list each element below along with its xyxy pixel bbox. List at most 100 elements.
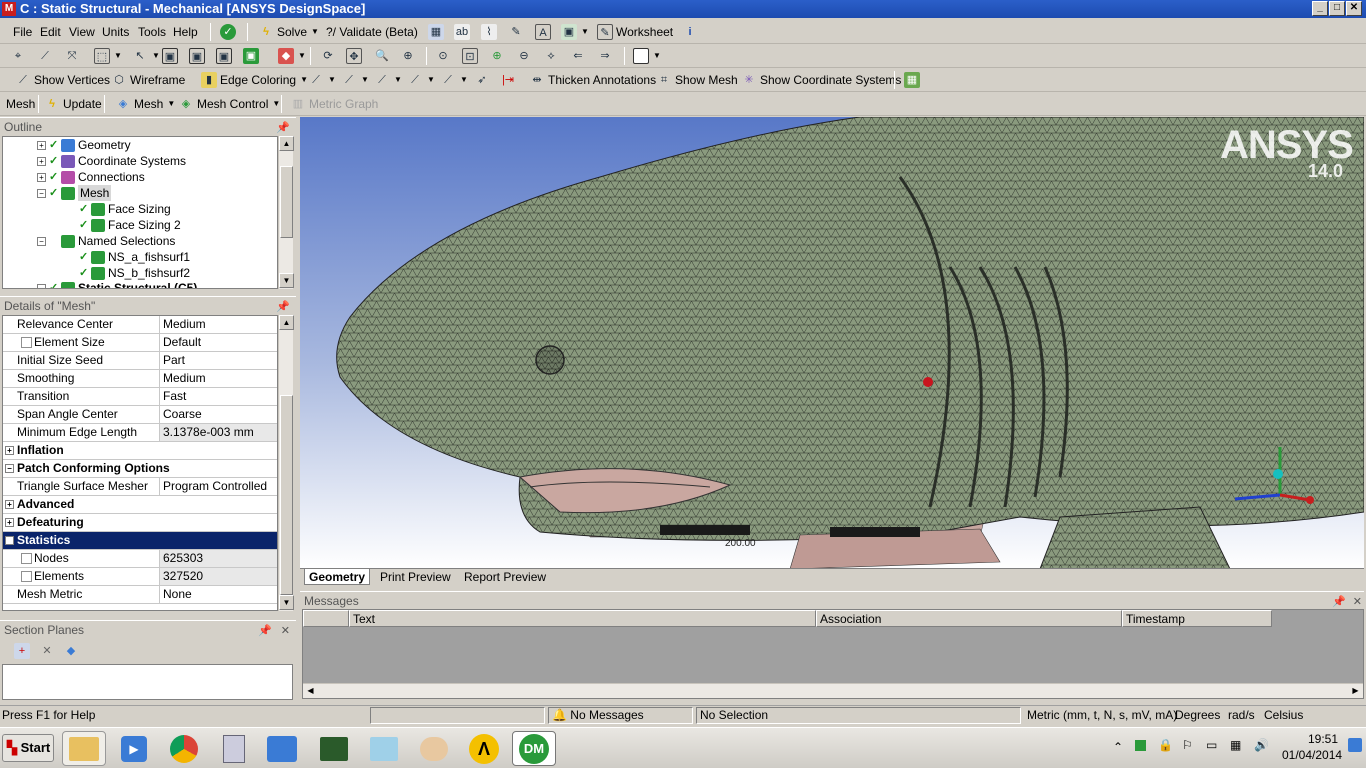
close-button[interactable]: ✕ bbox=[1346, 1, 1362, 16]
status-messages[interactable]: 🔔 No Messages bbox=[548, 707, 693, 724]
scroll-thumb[interactable] bbox=[280, 166, 293, 238]
menu-view[interactable]: View bbox=[69, 20, 95, 43]
pin-icon[interactable]: 📌 bbox=[276, 298, 290, 316]
column-header-association[interactable]: Association bbox=[816, 610, 1122, 627]
wireframe-button[interactable]: ⬡ Wireframe bbox=[111, 68, 185, 91]
show-desktop-icon[interactable] bbox=[1348, 738, 1362, 752]
detail-row[interactable]: Triangle Surface Mesher Program Controlle… bbox=[3, 478, 277, 496]
text-icon[interactable]: A bbox=[535, 20, 551, 43]
detail-group-patch-conforming[interactable]: − Patch Conforming Options bbox=[3, 460, 277, 478]
viewport-layout-icon[interactable]: ▼ bbox=[633, 44, 661, 67]
box-1-icon[interactable]: ▣ bbox=[162, 44, 178, 67]
tree-item-static-structural[interactable]: − ✓ Static Structural (C5) bbox=[37, 280, 197, 288]
scroll-down-icon[interactable]: ▼ bbox=[279, 273, 294, 288]
zoom-fit-icon[interactable]: ⊙ bbox=[435, 44, 451, 67]
scroll-down-icon[interactable]: ▼ bbox=[279, 595, 294, 610]
box-4-icon[interactable]: ▣ bbox=[243, 44, 259, 67]
messages-hscrollbar[interactable]: ◀ ▶ bbox=[303, 683, 1363, 698]
column-header-blank[interactable] bbox=[303, 610, 349, 627]
detail-row[interactable]: Span Angle Center Coarse bbox=[3, 406, 277, 424]
previous-view-icon[interactable]: ⇐ bbox=[570, 44, 586, 67]
start-button[interactable]: ▚ Start bbox=[2, 734, 54, 762]
paint-taskbar-icon[interactable] bbox=[412, 731, 456, 766]
delete-icon[interactable]: ✕ bbox=[39, 639, 55, 663]
tree-item-geometry[interactable]: + ✓ Geometry bbox=[37, 137, 131, 153]
magnifier-icon[interactable]: ⊕ bbox=[489, 44, 505, 67]
mesh-control-dropdown[interactable]: ◈ Mesh Control ▼ bbox=[178, 92, 281, 115]
box-3-icon[interactable]: ▣ bbox=[216, 44, 232, 67]
menu-units[interactable]: Units bbox=[102, 20, 129, 43]
scroll-right-icon[interactable]: ▶ bbox=[1348, 684, 1363, 698]
media-player-taskbar-icon[interactable]: ▶ bbox=[112, 731, 156, 766]
details-scrollbar[interactable]: ▲ ▼ bbox=[278, 315, 294, 611]
edge-style-2-icon[interactable]: ⟋ ▼ bbox=[341, 68, 369, 91]
tree-item-face-sizing-2[interactable]: ✓ Face Sizing 2 bbox=[79, 217, 181, 233]
tree-item-ns-a[interactable]: ✓ NS_a_fishsurf1 bbox=[79, 249, 190, 265]
close-icon[interactable]: ✕ bbox=[281, 622, 290, 640]
scroll-left-icon[interactable]: ◀ bbox=[303, 684, 318, 698]
flag-icon[interactable]: ⚐ bbox=[1182, 738, 1193, 752]
network-icon[interactable]: ▦ bbox=[1230, 738, 1241, 752]
tab-geometry[interactable]: Geometry bbox=[304, 569, 371, 585]
tree-item-face-sizing[interactable]: ✓ Face Sizing bbox=[79, 201, 171, 217]
box-2-icon[interactable]: ▣ bbox=[189, 44, 205, 67]
bracket-icon[interactable]: |⇥ bbox=[500, 68, 516, 91]
next-view-icon[interactable]: ⇒ bbox=[597, 44, 613, 67]
show-hidden-icons-icon[interactable]: ⌃ bbox=[1113, 740, 1123, 754]
zoom-region-icon[interactable]: ⊡ bbox=[462, 44, 478, 67]
pin-icon[interactable]: 📌 bbox=[258, 622, 272, 640]
status-units[interactable]: Metric (mm, t, N, s, mV, mA) bbox=[1027, 706, 1177, 725]
ansys-workbench-taskbar-icon[interactable]: Λ bbox=[462, 731, 506, 766]
update-button[interactable]: ϟ Update bbox=[44, 92, 102, 115]
zoom-out-icon[interactable]: ⊖ bbox=[516, 44, 532, 67]
new-section-plane-icon[interactable]: + bbox=[14, 639, 30, 663]
detail-group-advanced[interactable]: + Advanced bbox=[3, 496, 277, 514]
pin-icon[interactable]: 📌 bbox=[276, 119, 290, 137]
calculator-taskbar-icon[interactable] bbox=[212, 731, 256, 766]
zoom-icon[interactable]: 🔍 bbox=[374, 44, 390, 67]
scroll-up-icon[interactable]: ▲ bbox=[279, 136, 294, 151]
show-mesh-button[interactable]: ⌗ Show Mesh bbox=[656, 68, 738, 91]
rotate-icon[interactable]: ⟳ bbox=[320, 44, 336, 67]
tray-device-icon[interactable]: ▭ bbox=[1206, 738, 1217, 752]
select-edge-icon[interactable]: ⟋ bbox=[37, 44, 53, 67]
select-mode-icon[interactable]: ↖ ▼ bbox=[132, 44, 160, 67]
tree-item-coordinate-systems[interactable]: + ✓ Coordinate Systems bbox=[37, 153, 186, 169]
worksheet-button[interactable]: ✎ Worksheet bbox=[597, 20, 673, 43]
zoom-box-icon[interactable]: ⊕ bbox=[400, 44, 416, 67]
detail-row[interactable]: Mesh Metric None bbox=[3, 586, 277, 604]
parameter-checkbox[interactable] bbox=[21, 553, 32, 564]
volume-icon[interactable]: 🔊 bbox=[1254, 738, 1269, 752]
chart-icon[interactable]: ⌇ bbox=[481, 20, 497, 43]
tab-print-preview[interactable]: Print Preview bbox=[376, 569, 455, 585]
validate-button[interactable]: ?/ Validate (Beta) bbox=[326, 20, 418, 43]
scroll-thumb[interactable] bbox=[280, 395, 293, 595]
notes-taskbar-icon[interactable] bbox=[362, 731, 406, 766]
menu-help[interactable]: Help bbox=[173, 20, 198, 43]
chrome-taskbar-icon[interactable] bbox=[162, 731, 206, 766]
designmodeler-taskbar-icon[interactable]: DM bbox=[512, 731, 556, 766]
mesh-dropdown[interactable]: ◈ Mesh ▼ bbox=[115, 92, 176, 115]
pointer-icon[interactable]: ➶ bbox=[474, 68, 490, 91]
explorer-taskbar-icon[interactable] bbox=[62, 731, 106, 766]
tray-lock-icon[interactable]: 🔒 bbox=[1158, 738, 1173, 752]
select-vertex-icon[interactable]: ⌖ bbox=[10, 44, 26, 67]
scroll-up-icon[interactable]: ▲ bbox=[279, 315, 294, 330]
image-icon[interactable]: ▣ ▼ bbox=[561, 20, 589, 43]
network-taskbar-icon[interactable] bbox=[260, 731, 304, 766]
parameter-checkbox[interactable] bbox=[21, 571, 32, 582]
label-icon[interactable]: ab bbox=[454, 20, 470, 43]
select-face-icon[interactable]: ⤧ bbox=[64, 44, 80, 67]
console-taskbar-icon[interactable] bbox=[312, 731, 356, 766]
solve-button[interactable]: ϟ Solve ▼ bbox=[258, 20, 319, 43]
clock-time[interactable]: 19:51 bbox=[1308, 732, 1338, 746]
minimize-button[interactable]: _ bbox=[1312, 1, 1328, 16]
pan-icon[interactable]: ✥ bbox=[346, 44, 362, 67]
menu-edit[interactable]: Edit bbox=[40, 20, 61, 43]
edge-style-1-icon[interactable]: ⟋ ▼ bbox=[308, 68, 336, 91]
status-temperature[interactable]: Celsius bbox=[1264, 706, 1303, 725]
tray-status-icon[interactable] bbox=[1135, 740, 1146, 751]
metric-graph-button[interactable]: ▥ Metric Graph bbox=[290, 92, 379, 115]
iso-view-icon[interactable]: ⟡ bbox=[543, 44, 559, 67]
clock-date[interactable]: 01/04/2014 bbox=[1282, 748, 1342, 762]
